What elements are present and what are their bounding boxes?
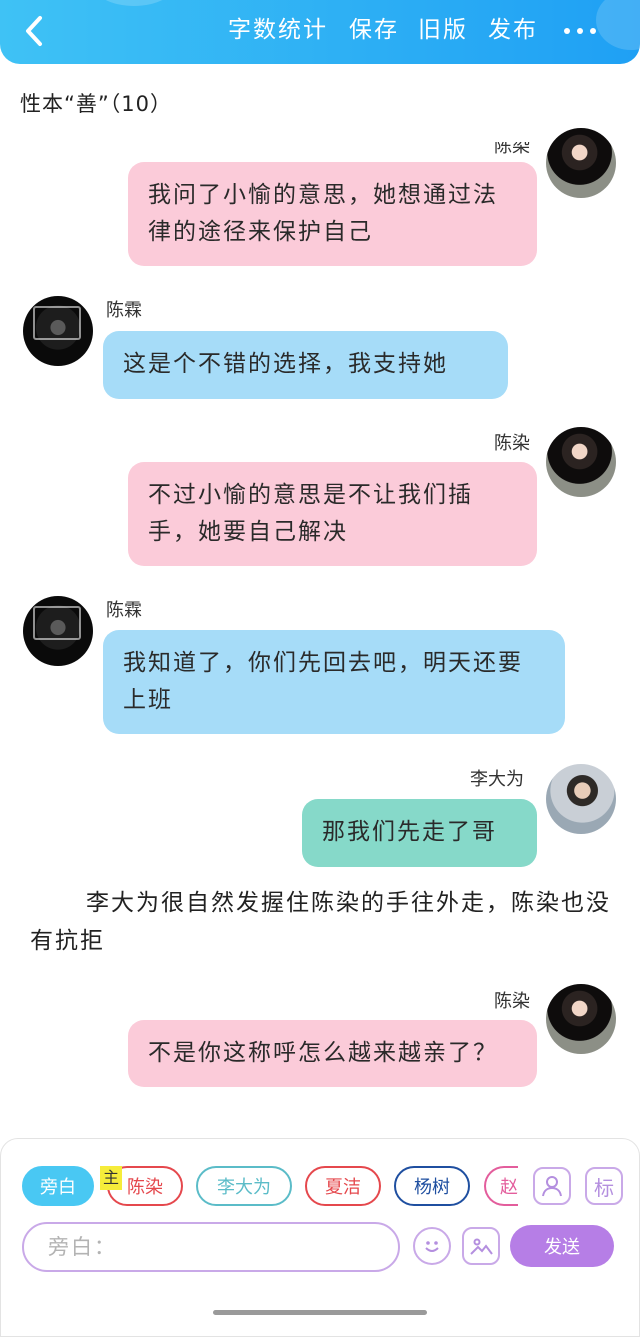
role-chip-yangshu[interactable]: 杨树 [394, 1166, 470, 1206]
emoji-icon[interactable] [413, 1227, 451, 1265]
speaker-name: 陈霖 [106, 600, 142, 621]
narration-text[interactable]: 李大为很自然发握住陈染的手往外走，陈染也没有抗拒 [30, 884, 612, 960]
message-input[interactable] [22, 1222, 400, 1272]
avatar-chenran[interactable] [546, 427, 616, 497]
message-bubble[interactable]: 不过小愉的意思是不让我们插手，她要自己解决 [128, 462, 537, 566]
speaker-name: 陈染 [494, 991, 530, 1012]
role-chip-lidawei[interactable]: 李大为 [196, 1166, 292, 1206]
header-decoration [92, 0, 176, 6]
speaker-name: 李大为 [470, 769, 524, 790]
avatar-lidawei[interactable] [546, 764, 616, 834]
message-bubble[interactable]: 这是个不错的选择，我支持她 [103, 331, 508, 399]
old-version-button[interactable]: 旧版 [418, 14, 468, 46]
avatar-chenran[interactable] [546, 128, 616, 198]
home-indicator[interactable] [213, 1310, 427, 1315]
speaker-name: 陈染 [494, 136, 530, 157]
message-bubble[interactable]: 我知道了，你们先回去吧，明天还要上班 [103, 630, 565, 734]
character-contact-icon[interactable] [533, 1167, 571, 1205]
speaker-name: 陈霖 [106, 300, 142, 321]
message-bubble[interactable]: 我问了小愉的意思，她想通过法律的途径来保护自己 [128, 162, 537, 266]
image-icon[interactable] [462, 1227, 500, 1265]
speaker-name: 陈染 [494, 433, 530, 454]
message-bubble[interactable]: 那我们先走了哥 [302, 799, 537, 867]
message-bubble[interactable]: 不是你这称呼怎么越来越亲了？ [128, 1020, 537, 1087]
role-chip-xiajie[interactable]: 夏洁 [305, 1166, 381, 1206]
top-navigation-bar: 字数统计 保存 旧版 发布 [0, 0, 640, 64]
publish-button[interactable]: 发布 [488, 14, 538, 46]
header-decoration [596, 0, 640, 50]
host-badge: 主 [100, 1166, 122, 1190]
word-count-button[interactable]: 字数统计 [228, 14, 328, 46]
back-arrow-icon[interactable] [20, 14, 52, 48]
avatar-chenlin[interactable] [23, 596, 93, 666]
role-chip-narrator[interactable]: 旁白 [22, 1166, 94, 1206]
save-button[interactable]: 保存 [349, 14, 399, 46]
more-options-icon[interactable] [560, 14, 600, 46]
narration-content: 李大为很自然发握住陈染的手往外走，陈染也没有抗拒 [30, 890, 611, 954]
tag-icon[interactable]: 标 [585, 1167, 623, 1205]
avatar-chenran[interactable] [546, 984, 616, 1054]
avatar-chenlin[interactable] [23, 296, 93, 366]
chapter-title: 性本“善”（10） [20, 92, 172, 116]
send-button[interactable]: 发送 [510, 1225, 614, 1267]
role-chip-zhao[interactable]: 赵 [484, 1166, 518, 1206]
